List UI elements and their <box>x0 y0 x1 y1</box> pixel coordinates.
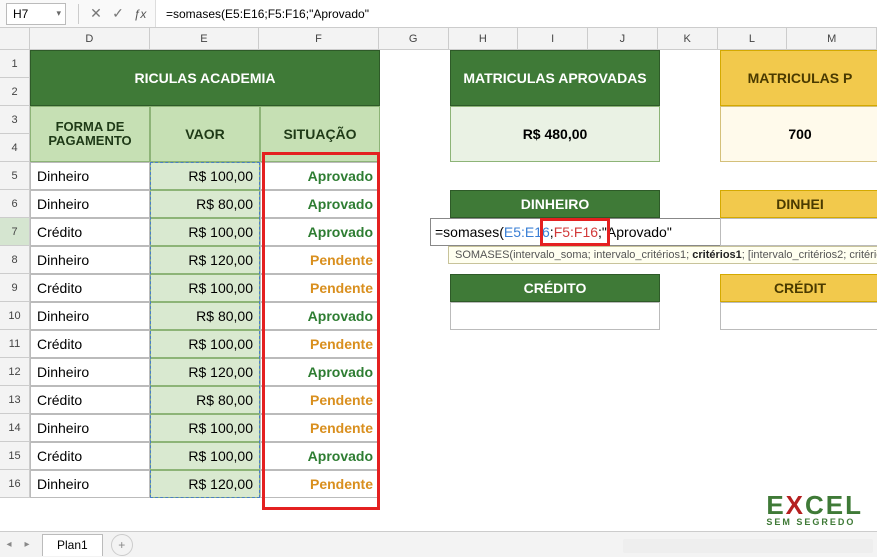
label-credito-green: CRÉDITO <box>450 274 660 302</box>
row-header-13[interactable]: 13 <box>0 386 30 414</box>
row-header-12[interactable]: 12 <box>0 358 30 386</box>
col-header-K[interactable]: K <box>658 28 718 50</box>
cell-blank-L10[interactable] <box>720 302 877 330</box>
formula-text: =somases(E5:E16;F5:F16;"Aprovado" <box>166 7 369 21</box>
cell-vaor[interactable]: R$ 100,00 <box>150 330 260 358</box>
cell-situacao[interactable]: Pendente <box>260 414 380 442</box>
cell-situacao[interactable]: Pendente <box>260 386 380 414</box>
cell-vaor[interactable]: R$ 100,00 <box>150 442 260 470</box>
label-dinheiro-green: DINHEIRO <box>450 190 660 218</box>
header-vaor: VAOR <box>150 106 260 162</box>
watermark-logo: EXCEL SEM SEGREDO <box>766 492 863 527</box>
row-header-6[interactable]: 6 <box>0 190 30 218</box>
row-header-3[interactable]: 3 <box>0 106 30 134</box>
formula-bar: H7 ▾ ✕ ✓ ƒx =somases(E5:E16;F5:F16;"Apro… <box>0 0 877 28</box>
divider <box>78 4 79 24</box>
row-header-16[interactable]: 16 <box>0 470 30 498</box>
header-forma: FORMA DE PAGAMENTO <box>30 106 150 162</box>
sheet-nav-first-icon[interactable]: ◂ <box>0 539 18 550</box>
cell-forma[interactable]: Dinheiro <box>30 246 150 274</box>
horizontal-scrollbar[interactable] <box>623 539 873 553</box>
row-header-5[interactable]: 5 <box>0 162 30 190</box>
row-header-14[interactable]: 14 <box>0 414 30 442</box>
col-header-M[interactable]: M <box>787 28 877 50</box>
spreadsheet-grid[interactable]: DEFGHIJKLM 12345678910111213141516 RICUL… <box>0 28 877 531</box>
row-headers: 12345678910111213141516 <box>0 50 30 498</box>
col-header-J[interactable]: J <box>588 28 658 50</box>
sheet-tab-plan1[interactable]: Plan1 <box>42 534 103 556</box>
col-header-L[interactable]: L <box>718 28 788 50</box>
name-box-value: H7 <box>13 7 28 21</box>
cell-forma[interactable]: Dinheiro <box>30 470 150 498</box>
cell-forma[interactable]: Crédito <box>30 330 150 358</box>
cell-situacao[interactable]: Aprovado <box>260 162 380 190</box>
row-header-4[interactable]: 4 <box>0 134 30 162</box>
cell-forma[interactable]: Dinheiro <box>30 414 150 442</box>
row-header-1[interactable]: 1 <box>0 50 30 78</box>
cancel-formula-button[interactable]: ✕ <box>85 3 107 25</box>
cell-situacao[interactable]: Pendente <box>260 470 380 498</box>
column-headers: DEFGHIJKLM <box>30 28 877 50</box>
cells-area[interactable]: RICULAS ACADEMIA MATRICULAS APROVADAS MA… <box>30 50 877 531</box>
col-header-G[interactable]: G <box>379 28 449 50</box>
enter-formula-button[interactable]: ✓ <box>107 3 129 25</box>
col-header-D[interactable]: D <box>30 28 150 50</box>
cell-vaor[interactable]: R$ 80,00 <box>150 386 260 414</box>
cell-forma[interactable]: Dinheiro <box>30 162 150 190</box>
value-aprovadas: R$ 480,00 <box>450 106 660 162</box>
insert-function-button[interactable]: ƒx <box>129 3 151 25</box>
cell-situacao[interactable]: Pendente <box>260 330 380 358</box>
title-aprovadas: MATRICULAS APROVADAS <box>450 50 660 106</box>
cell-forma[interactable]: Crédito <box>30 386 150 414</box>
cell-situacao[interactable]: Aprovado <box>260 358 380 386</box>
row-header-7[interactable]: 7 <box>0 218 30 246</box>
cell-vaor[interactable]: R$ 120,00 <box>150 470 260 498</box>
cell-situacao[interactable]: Pendente <box>260 246 380 274</box>
label-dinheiro-yellow: DINHEI <box>720 190 877 218</box>
label-credito-yellow: CRÉDIT <box>720 274 877 302</box>
col-header-H[interactable]: H <box>449 28 519 50</box>
table-row: CréditoR$ 80,00Pendente <box>30 386 877 414</box>
sheet-tab-bar: ◂ ▸ Plan1 + <box>0 531 877 557</box>
table-row: DinheiroR$ 120,00Aprovado <box>30 358 877 386</box>
row-header-9[interactable]: 9 <box>0 274 30 302</box>
cell-vaor[interactable]: R$ 120,00 <box>150 358 260 386</box>
table-row: DinheiroR$ 100,00Pendente <box>30 414 877 442</box>
name-box[interactable]: H7 ▾ <box>6 3 66 25</box>
chevron-down-icon[interactable]: ▾ <box>56 8 61 19</box>
cell-forma[interactable]: Crédito <box>30 442 150 470</box>
table-row: DinheiroR$ 100,00Aprovado <box>30 162 877 190</box>
row-header-11[interactable]: 11 <box>0 330 30 358</box>
col-header-I[interactable]: I <box>518 28 588 50</box>
add-sheet-button[interactable]: + <box>111 534 133 556</box>
table-row: CréditoR$ 100,00Pendente <box>30 330 877 358</box>
cell-situacao[interactable]: Aprovado <box>260 442 380 470</box>
cell-vaor[interactable]: R$ 100,00 <box>150 162 260 190</box>
sheet-nav-last-icon[interactable]: ▸ <box>18 539 36 550</box>
formula-input[interactable]: =somases(E5:E16;F5:F16;"Aprovado" <box>155 0 877 27</box>
header-situacao: SITUAÇÃO <box>260 106 380 162</box>
row-header-15[interactable]: 15 <box>0 442 30 470</box>
active-cell-editor[interactable]: =somases(E5:E16;F5:F16;"Aprovado" <box>430 218 730 246</box>
cell-blank-L7[interactable] <box>720 218 877 246</box>
cell-vaor[interactable]: R$ 120,00 <box>150 246 260 274</box>
value-pendentes: 700 <box>720 106 877 162</box>
select-all-corner[interactable] <box>0 28 30 50</box>
col-header-F[interactable]: F <box>259 28 379 50</box>
function-tooltip: SOMASES(intervalo_soma; intervalo_critér… <box>448 246 877 264</box>
title-pendentes: MATRICULAS P <box>720 50 877 106</box>
table-row: DinheiroR$ 120,00Pendente <box>30 470 877 498</box>
row-header-8[interactable]: 8 <box>0 246 30 274</box>
title-academia: RICULAS ACADEMIA <box>30 50 380 106</box>
table-row: CréditoR$ 100,00Aprovado <box>30 442 877 470</box>
col-header-E[interactable]: E <box>150 28 260 50</box>
cell-forma[interactable]: Dinheiro <box>30 358 150 386</box>
cell-vaor[interactable]: R$ 100,00 <box>150 414 260 442</box>
cell-blank-H10[interactable] <box>450 302 660 330</box>
row-header-10[interactable]: 10 <box>0 302 30 330</box>
row-header-2[interactable]: 2 <box>0 78 30 106</box>
